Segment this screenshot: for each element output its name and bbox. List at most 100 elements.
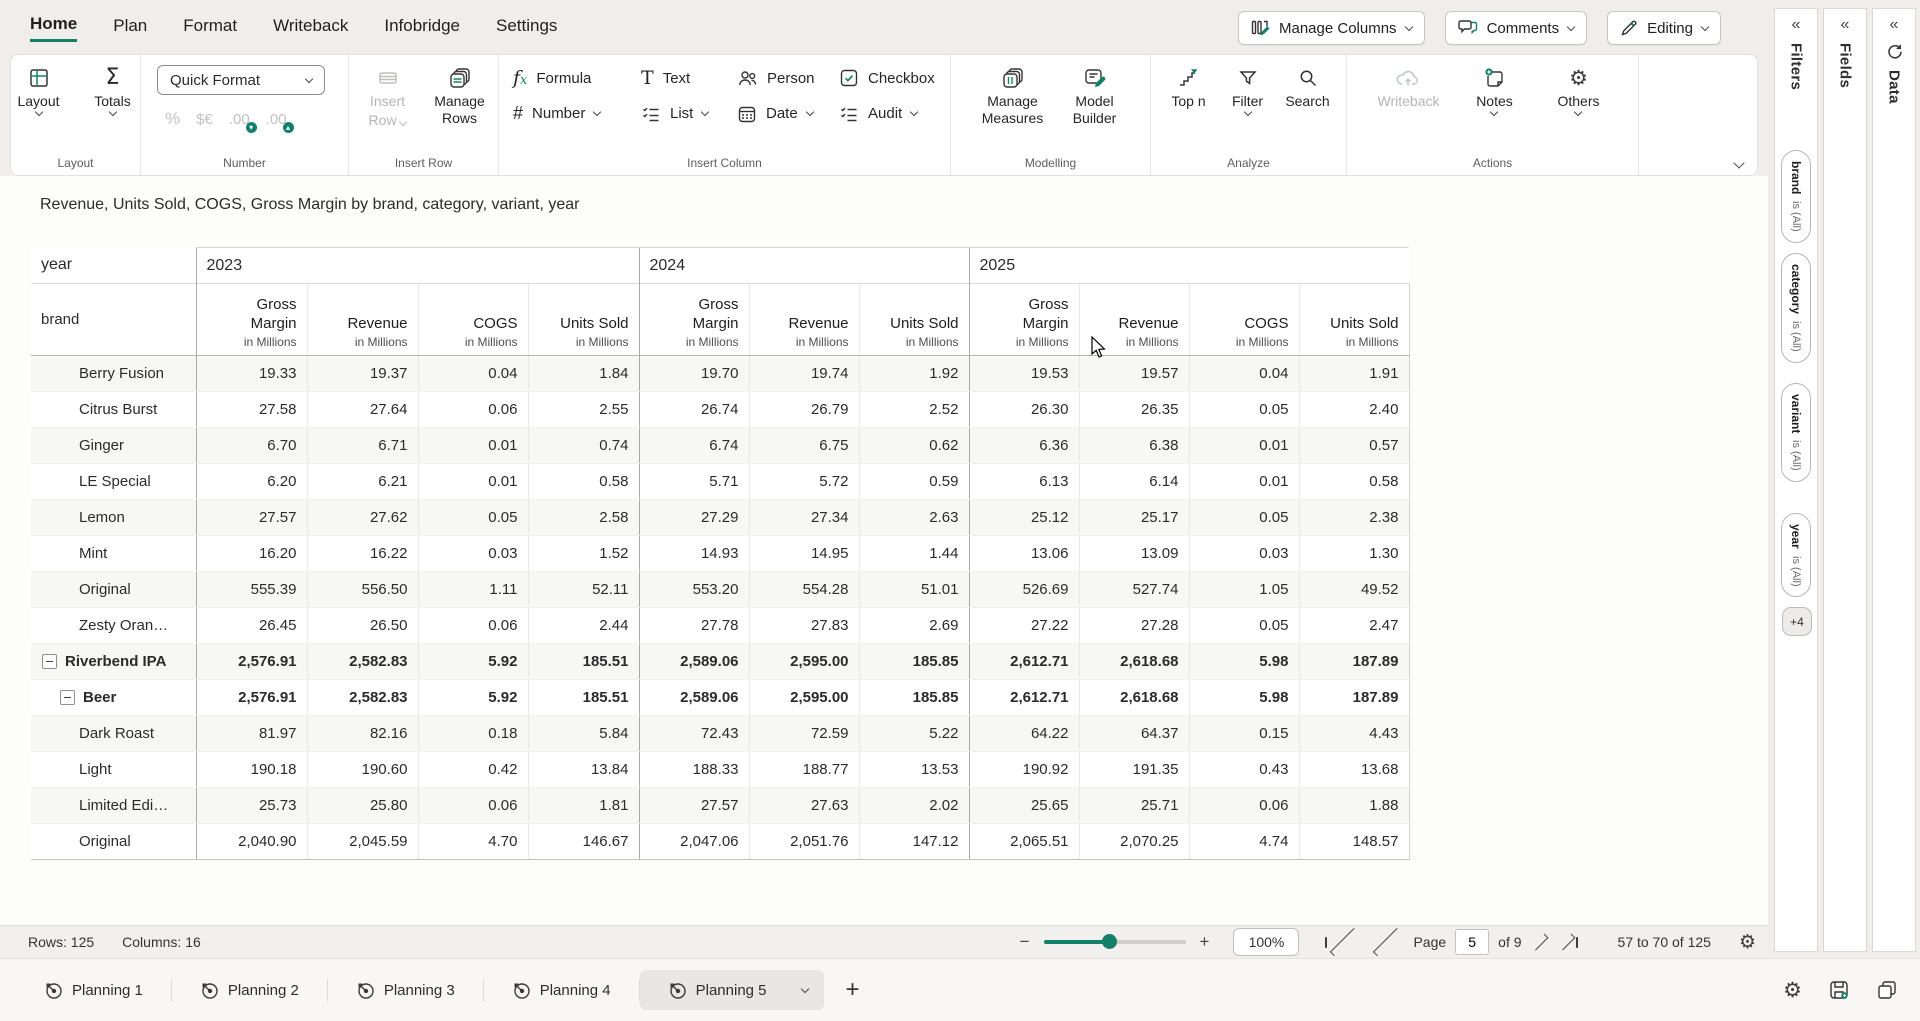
value-cell[interactable]: 0.04: [1189, 356, 1299, 392]
value-cell[interactable]: 148.57: [1299, 824, 1409, 860]
value-cell[interactable]: 82.16: [307, 716, 418, 752]
comments-button[interactable]: Comments: [1445, 11, 1588, 45]
value-cell[interactable]: 1.92: [859, 356, 969, 392]
value-cell[interactable]: 0.42: [418, 752, 528, 788]
value-cell[interactable]: 0.05: [1189, 392, 1299, 428]
value-cell[interactable]: 5.84: [528, 716, 639, 752]
row-label-cell[interactable]: Berry Fusion: [31, 356, 196, 392]
value-cell[interactable]: 2,618.68: [1079, 680, 1189, 716]
value-cell[interactable]: 6.36: [969, 428, 1079, 464]
value-cell[interactable]: 13.68: [1299, 752, 1409, 788]
value-cell[interactable]: 64.37: [1079, 716, 1189, 752]
value-cell[interactable]: 0.59: [859, 464, 969, 500]
currency-format-icon[interactable]: $€: [196, 111, 213, 128]
row-label-cell[interactable]: Original: [31, 824, 196, 860]
row-label-cell[interactable]: Dark Roast: [31, 716, 196, 752]
value-cell[interactable]: 6.74: [639, 428, 749, 464]
zoom-slider[interactable]: [1044, 940, 1186, 944]
menu-item-plan[interactable]: Plan: [113, 8, 147, 41]
value-cell[interactable]: 5.92: [418, 644, 528, 680]
value-cell[interactable]: 191.35: [1079, 752, 1189, 788]
value-cell[interactable]: 1.81: [528, 788, 639, 824]
value-cell[interactable]: 4.43: [1299, 716, 1409, 752]
value-cell[interactable]: 2,045.59: [307, 824, 418, 860]
value-cell[interactable]: 5.22: [859, 716, 969, 752]
value-cell[interactable]: 5.72: [749, 464, 859, 500]
search-button[interactable]: Search: [1284, 65, 1332, 115]
value-cell[interactable]: 0.06: [1189, 788, 1299, 824]
value-cell[interactable]: 2.38: [1299, 500, 1409, 536]
measure-header[interactable]: Gross Marginin Millions: [969, 284, 1079, 356]
value-cell[interactable]: 1.30: [1299, 536, 1409, 572]
value-cell[interactable]: 2.02: [859, 788, 969, 824]
value-cell[interactable]: 185.85: [859, 644, 969, 680]
value-cell[interactable]: 2,070.25: [1079, 824, 1189, 860]
more-filters-badge[interactable]: +4: [1782, 607, 1812, 636]
value-cell[interactable]: 185.51: [528, 680, 639, 716]
totals-button[interactable]: Σ Totals: [84, 65, 142, 115]
sheet-tab-planning-4[interactable]: Planning 4: [484, 970, 639, 1010]
value-cell[interactable]: 0.05: [1189, 608, 1299, 644]
person-column-button[interactable]: Person: [737, 67, 839, 89]
value-cell[interactable]: 0.15: [1189, 716, 1299, 752]
number-column-button[interactable]: # Number: [513, 103, 641, 124]
value-cell[interactable]: 553.20: [639, 572, 749, 608]
value-cell[interactable]: 188.77: [749, 752, 859, 788]
value-cell[interactable]: 6.75: [749, 428, 859, 464]
value-cell[interactable]: 72.59: [749, 716, 859, 752]
filter-pill-category[interactable]: category is (All): [1781, 253, 1811, 363]
value-cell[interactable]: 49.52: [1299, 572, 1409, 608]
value-cell[interactable]: 2,595.00: [749, 680, 859, 716]
value-cell[interactable]: 5.71: [639, 464, 749, 500]
row-label-cell[interactable]: Mint: [31, 536, 196, 572]
value-cell[interactable]: 27.62: [307, 500, 418, 536]
value-cell[interactable]: 5.98: [1189, 680, 1299, 716]
collapse-ribbon-icon[interactable]: [1733, 157, 1744, 168]
sheet-tab-planning-1[interactable]: Planning 1: [16, 970, 171, 1010]
collapse-left-icon[interactable]: «: [1890, 17, 1899, 33]
value-cell[interactable]: 25.73: [196, 788, 307, 824]
value-cell[interactable]: 190.60: [307, 752, 418, 788]
value-cell[interactable]: 27.57: [639, 788, 749, 824]
row-label-cell[interactable]: Beer: [31, 680, 196, 716]
value-cell[interactable]: 2,595.00: [749, 644, 859, 680]
layout-button[interactable]: Layout: [10, 65, 68, 115]
row-label-cell[interactable]: LE Special: [31, 464, 196, 500]
collapse-left-icon[interactable]: «: [1841, 17, 1850, 33]
value-cell[interactable]: 0.01: [418, 428, 528, 464]
quick-format-select[interactable]: Quick Format: [157, 65, 325, 95]
sheet-tab-planning-3[interactable]: Planning 3: [328, 970, 483, 1010]
value-cell[interactable]: 26.35: [1079, 392, 1189, 428]
value-cell[interactable]: 554.28: [749, 572, 859, 608]
measure-header[interactable]: COGSin Millions: [418, 284, 528, 356]
value-cell[interactable]: 185.85: [859, 680, 969, 716]
collapse-row-icon[interactable]: [42, 654, 57, 669]
value-cell[interactable]: 2,589.06: [639, 644, 749, 680]
filter-pill-year[interactable]: year is (All): [1781, 513, 1811, 597]
value-cell[interactable]: 2,612.71: [969, 680, 1079, 716]
value-cell[interactable]: 19.74: [749, 356, 859, 392]
value-cell[interactable]: 27.78: [639, 608, 749, 644]
value-cell[interactable]: 0.05: [1189, 500, 1299, 536]
value-cell[interactable]: 2,582.83: [307, 644, 418, 680]
value-cell[interactable]: 64.22: [969, 716, 1079, 752]
value-cell[interactable]: 25.80: [307, 788, 418, 824]
value-cell[interactable]: 0.04: [418, 356, 528, 392]
value-cell[interactable]: 27.28: [1079, 608, 1189, 644]
value-cell[interactable]: 6.20: [196, 464, 307, 500]
notes-button[interactable]: Notes: [1465, 65, 1523, 115]
sheet-tab-planning-2[interactable]: Planning 2: [172, 970, 327, 1010]
manage-rows-button[interactable]: Manage Rows: [431, 65, 489, 129]
menu-item-settings[interactable]: Settings: [496, 8, 557, 41]
value-cell[interactable]: 0.05: [418, 500, 528, 536]
value-cell[interactable]: 2,047.06: [639, 824, 749, 860]
value-cell[interactable]: 27.22: [969, 608, 1079, 644]
value-cell[interactable]: 27.64: [307, 392, 418, 428]
row-label-cell[interactable]: Original: [31, 572, 196, 608]
percent-format-icon[interactable]: %: [165, 109, 180, 129]
sheets-icon[interactable]: [1876, 979, 1898, 1001]
value-cell[interactable]: 19.70: [639, 356, 749, 392]
add-sheet-button[interactable]: +: [846, 976, 860, 1004]
page-input[interactable]: [1455, 929, 1489, 955]
value-cell[interactable]: 1.84: [528, 356, 639, 392]
